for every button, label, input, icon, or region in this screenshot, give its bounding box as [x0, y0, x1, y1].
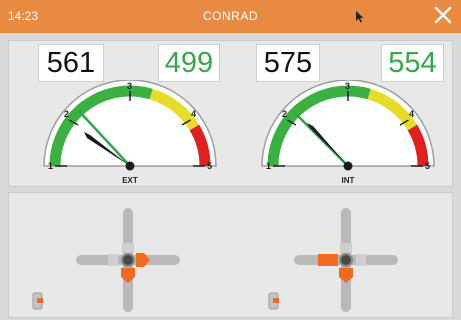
ext-reading: 561 [38, 44, 104, 82]
int-tick-4: 4 [409, 109, 414, 119]
int-gauge: 1 2 3 4 5 INT [261, 80, 435, 185]
right-joystick[interactable] [290, 205, 402, 315]
right-joystick-right[interactable] [356, 254, 366, 266]
left-joystick-knob[interactable] [121, 253, 135, 267]
int-gauge-label: INT [342, 176, 355, 185]
ext-tick-3: 3 [127, 81, 132, 91]
window-title: CONRAD [202, 9, 258, 23]
ext-gauge: 1 2 3 4 5 EXT [43, 80, 217, 185]
close-icon[interactable] [431, 3, 455, 27]
int-reading: 575 [256, 44, 320, 82]
right-joystick-left[interactable] [318, 254, 338, 266]
int-tick-3: 3 [345, 81, 350, 91]
right-device-icon [268, 292, 279, 310]
left-joystick-up[interactable] [122, 243, 134, 253]
int-tick-5: 5 [425, 161, 430, 171]
right-joystick-up[interactable] [340, 243, 352, 253]
left-joystick-left[interactable] [108, 254, 118, 266]
ext-tick-2: 2 [64, 109, 69, 119]
right-joystick-knob[interactable] [339, 253, 353, 267]
int-tick-2: 2 [282, 109, 287, 119]
ext-tick-1: 1 [48, 161, 53, 171]
ext-gauge-label: EXT [122, 176, 138, 185]
ext-tick-4: 4 [191, 109, 196, 119]
mouse-cursor-icon [356, 11, 364, 23]
title-bar: 14:23 CONRAD [0, 0, 461, 33]
left-joystick[interactable] [72, 205, 184, 315]
ext-tick-5: 5 [207, 161, 212, 171]
ext-target: 499 [158, 44, 220, 82]
int-target: 554 [381, 44, 444, 82]
left-device-icon [32, 292, 43, 310]
int-tick-1: 1 [266, 161, 271, 171]
